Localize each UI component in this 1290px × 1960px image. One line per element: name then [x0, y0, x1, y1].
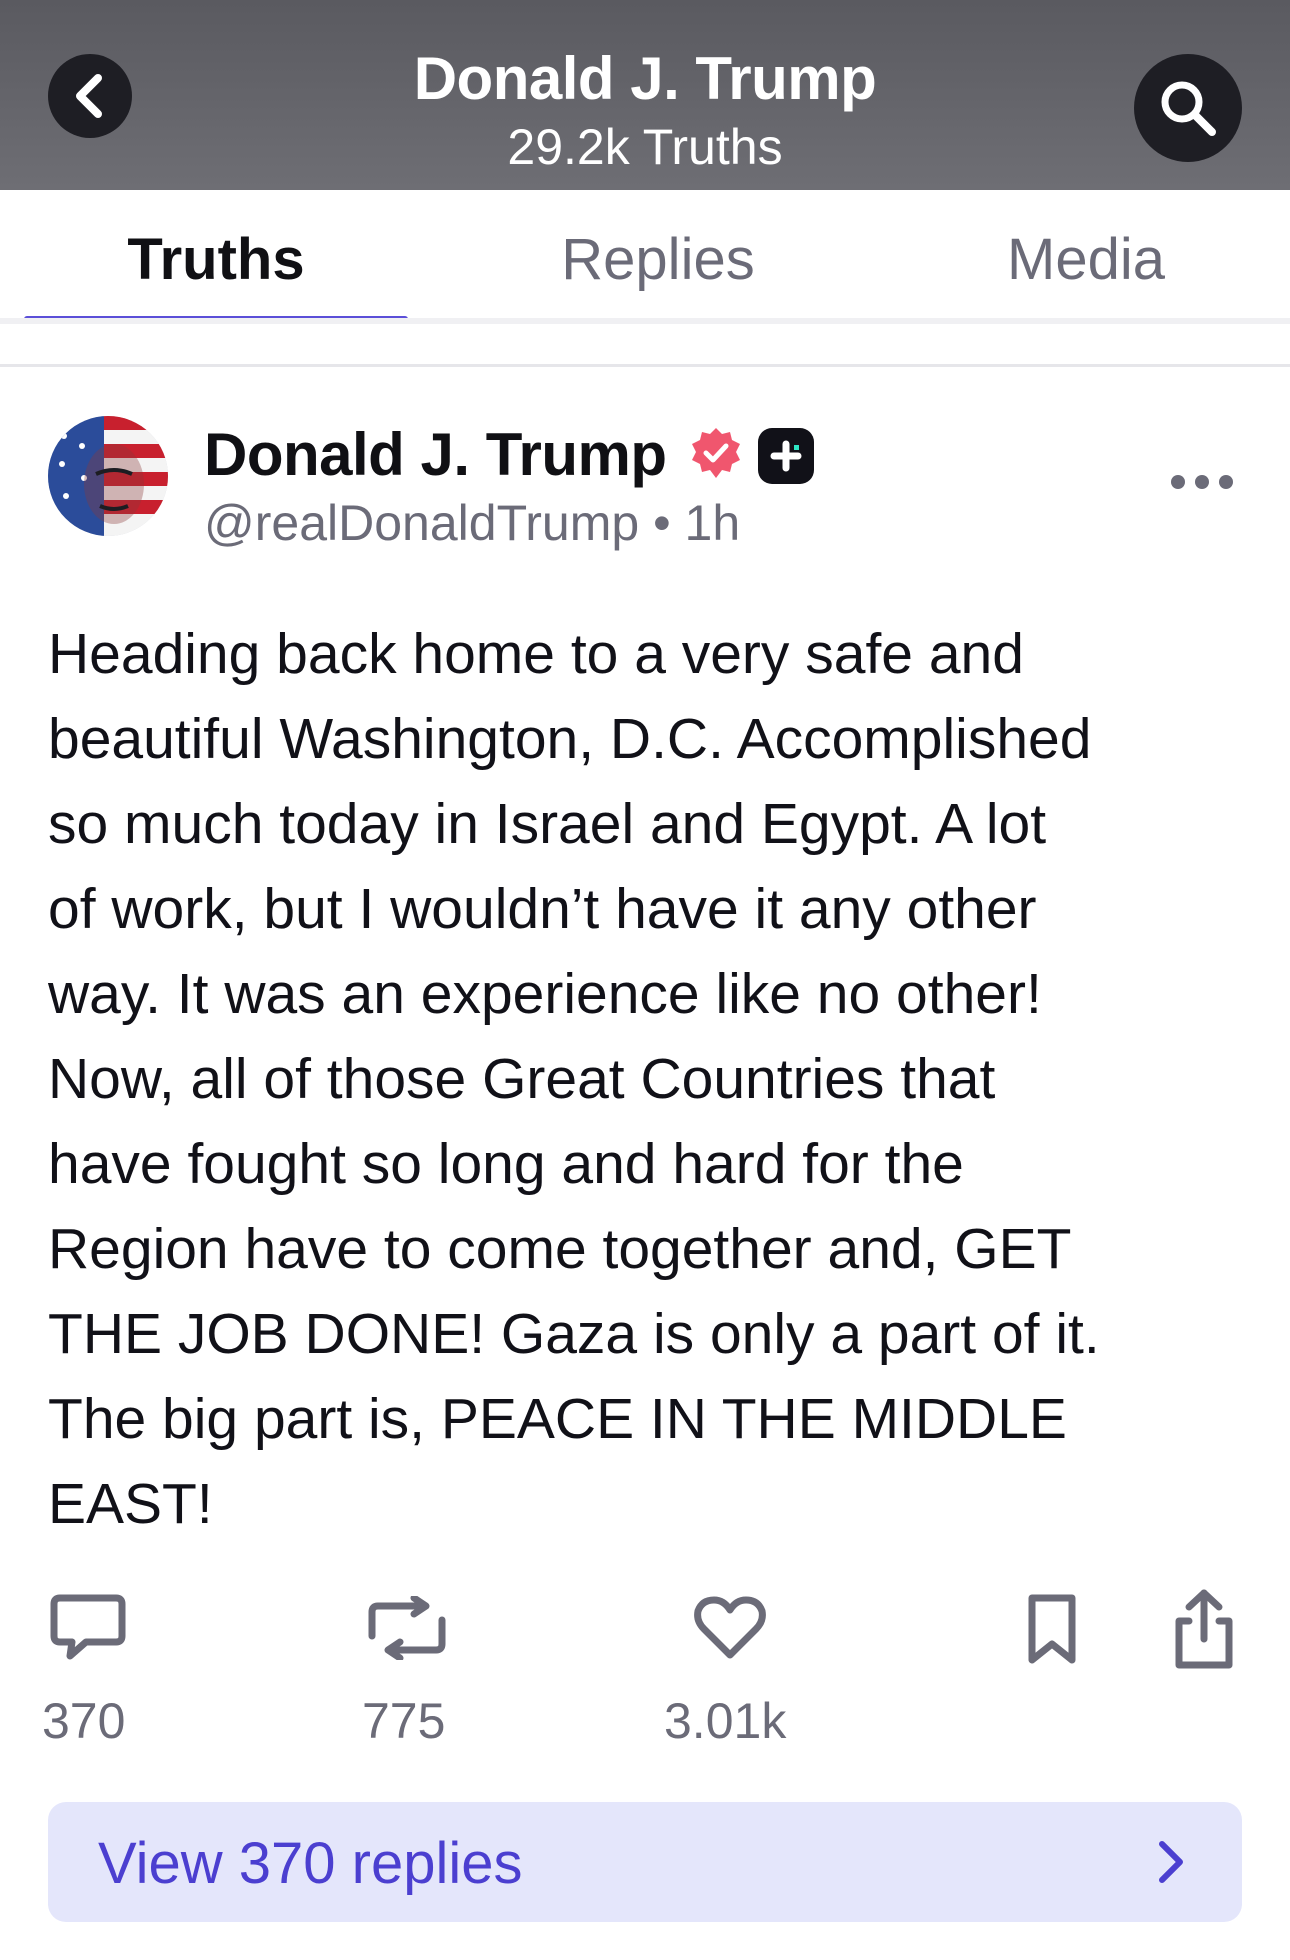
- tabs-divider: [0, 318, 1290, 324]
- post-meta: @realDonaldTrump • 1h: [204, 494, 740, 552]
- view-replies-label: View 370 replies: [98, 1831, 523, 1896]
- bookmark-icon: [1028, 1594, 1076, 1664]
- verified-badge-icon: [692, 428, 740, 478]
- view-replies-button[interactable]: View 370 replies: [48, 1802, 1242, 1922]
- header-truth-count: 29.2k Truths: [507, 119, 783, 175]
- post-author-name[interactable]: Donald J. Trump: [204, 420, 667, 489]
- retruth-count: 775: [362, 1693, 446, 1749]
- reply-count: 370: [42, 1693, 126, 1749]
- post-body-line: EAST!: [48, 1472, 213, 1536]
- profile-tabs: Truths Replies Media: [0, 190, 1290, 322]
- search-icon: [1161, 81, 1216, 136]
- post-body-line: Heading back home to a very safe and: [48, 622, 1024, 686]
- tab-replies[interactable]: Replies: [466, 226, 850, 293]
- feed-divider: [0, 364, 1290, 367]
- chevron-right-icon: [1159, 1841, 1183, 1883]
- reply-button[interactable]: [48, 1588, 128, 1668]
- search-button[interactable]: [1134, 54, 1242, 162]
- post-body: Heading back home to a very safe and bea…: [48, 612, 1258, 1547]
- post-time: 1h: [684, 495, 741, 551]
- comment-icon: [50, 1594, 126, 1660]
- meta-separator: •: [653, 495, 671, 551]
- share-icon: [1175, 1589, 1233, 1669]
- truth-plus-badge-icon: [758, 428, 814, 484]
- post-body-line: of work, but I wouldn’t have it any othe…: [48, 877, 1037, 941]
- profile-header: Donald J. Trump 29.2k Truths: [0, 0, 1290, 190]
- retruth-icon: [368, 1596, 446, 1660]
- post-body-line: Region have to come together and, GET: [48, 1217, 1072, 1281]
- tab-truths[interactable]: Truths: [24, 226, 408, 293]
- post-body-line: beautiful Washington, D.C. Accomplished: [48, 707, 1092, 771]
- truth-social-profile-screen: Donald J. Trump 29.2k Truths Truths Repl…: [0, 0, 1290, 1960]
- heart-icon: [694, 1596, 766, 1659]
- post-body-line: THE JOB DONE! Gaza is only a part of it.: [48, 1302, 1100, 1366]
- post-body-line: The big part is, PEACE IN THE MIDDLE: [48, 1387, 1067, 1451]
- retruth-button[interactable]: [366, 1588, 448, 1668]
- share-button[interactable]: [1162, 1584, 1246, 1674]
- more-horizontal-icon[interactable]: [1170, 472, 1234, 492]
- post-body-line: so much today in Israel and Egypt. A lot: [48, 792, 1047, 856]
- post-body-line: Now, all of those Great Countries that: [48, 1047, 996, 1111]
- avatar-image: [48, 416, 168, 536]
- like-button[interactable]: [690, 1588, 770, 1668]
- post-body-line: way. It was an experience like no other!: [48, 962, 1042, 1026]
- post-handle[interactable]: @realDonaldTrump: [204, 495, 639, 551]
- tab-media[interactable]: Media: [900, 226, 1272, 293]
- like-count: 3.01k: [664, 1693, 787, 1749]
- header-title: Donald J. Trump: [413, 45, 877, 112]
- avatar[interactable]: [48, 416, 168, 536]
- post-body-line: have fought so long and hard for the: [48, 1132, 964, 1196]
- bookmark-button[interactable]: [1012, 1588, 1092, 1672]
